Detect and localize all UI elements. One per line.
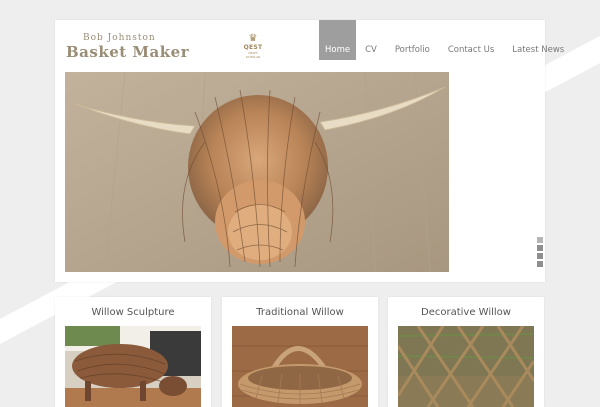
slider-pagination — [537, 237, 543, 267]
category-card-traditional-willow[interactable]: Traditional Willow — [222, 297, 378, 407]
nav-item-latest-news[interactable]: Latest News — [503, 20, 573, 60]
slider-dot[interactable] — [537, 253, 543, 259]
willow-sheep-sculpture-image — [65, 326, 201, 407]
hero-slider-image[interactable] — [65, 72, 449, 272]
slider-dot[interactable] — [537, 245, 543, 251]
nav-item-cv[interactable]: CV — [356, 20, 386, 60]
main-nav: Home CV Portfolio Contact Us Latest News — [319, 20, 573, 60]
card-title[interactable]: Decorative Willow — [388, 307, 544, 318]
category-card-decorative-willow[interactable]: Decorative Willow — [388, 297, 544, 407]
slider-dot[interactable] — [537, 261, 543, 267]
nav-item-contact-us[interactable]: Contact Us — [439, 20, 503, 60]
logo-title: Basket Maker — [66, 43, 190, 61]
willow-basket-image — [232, 326, 368, 407]
willow-highland-cow-head-image — [65, 72, 449, 272]
nav-item-home[interactable]: Home — [319, 20, 357, 60]
header-panel: Bob Johnston Basket Maker ♛ QEST CRAFT S… — [55, 20, 564, 282]
willow-sculpture-image[interactable] — [65, 326, 201, 407]
willow-lattice-fence-image — [398, 326, 534, 407]
category-card-willow-sculpture[interactable]: Willow Sculpture — [55, 297, 211, 407]
decorative-willow-image[interactable] — [398, 326, 534, 407]
nav-item-portfolio[interactable]: Portfolio — [386, 20, 439, 60]
logo-name: Bob Johnston — [83, 33, 156, 43]
slider-dot[interactable] — [537, 237, 543, 243]
card-title[interactable]: Willow Sculpture — [55, 307, 211, 318]
crown-icon: ♛ — [248, 33, 258, 44]
qest-badge: ♛ QEST CRAFT SCHOLAR — [241, 34, 265, 62]
traditional-willow-image[interactable] — [232, 326, 368, 407]
qest-subtitle: CRAFT SCHOLAR — [245, 51, 261, 59]
card-title[interactable]: Traditional Willow — [222, 307, 378, 318]
qest-label: QEST — [243, 44, 263, 51]
